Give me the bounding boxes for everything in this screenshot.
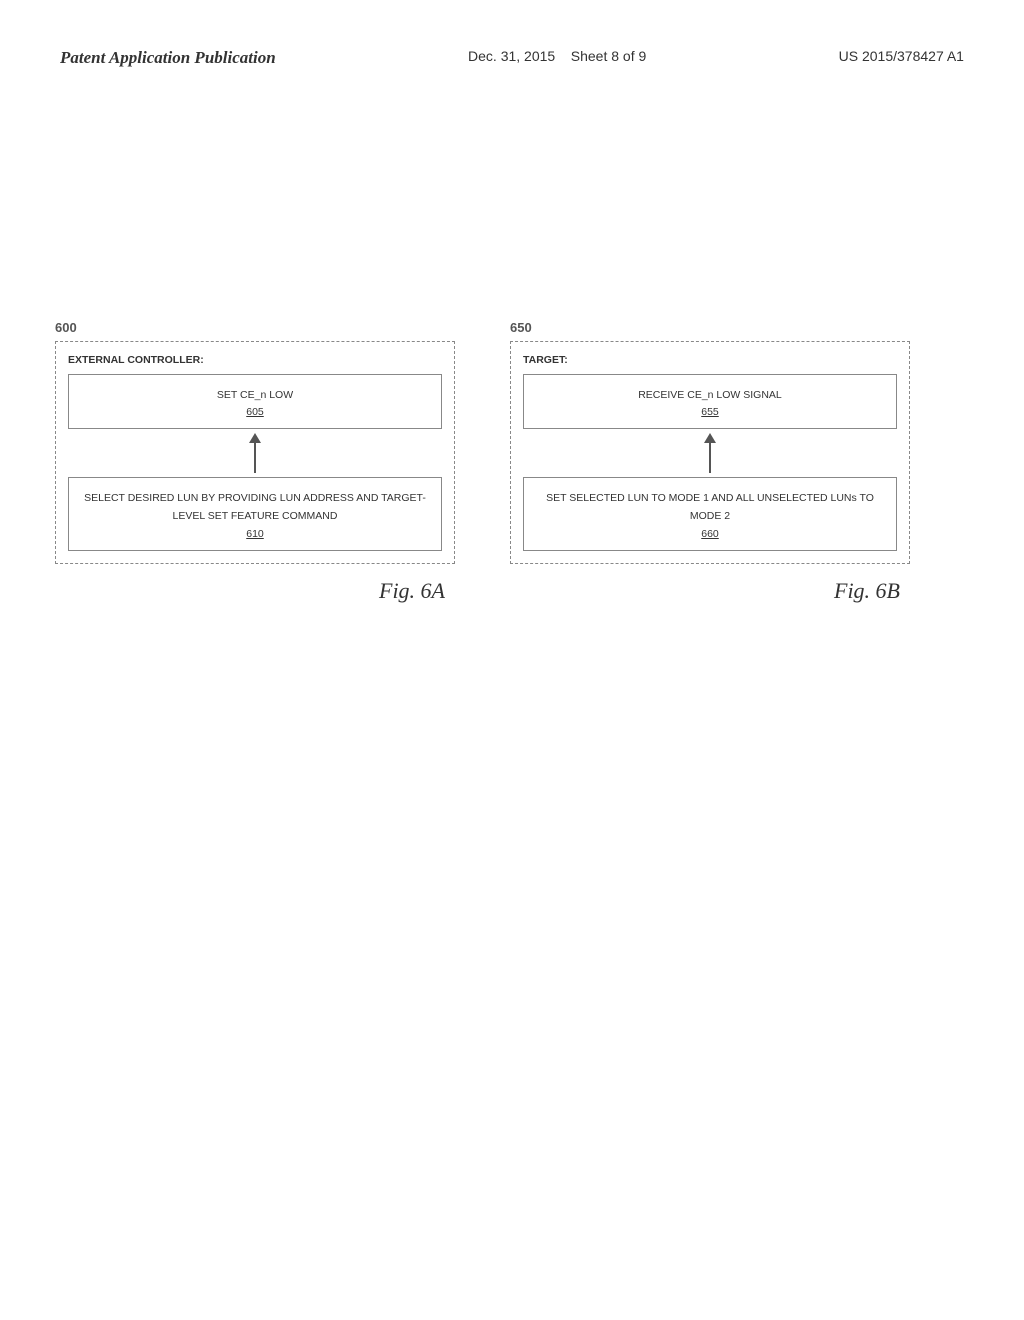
header-title: Patent Application Publication xyxy=(60,48,276,68)
header-date: Dec. 31, 2015 xyxy=(468,48,555,64)
fig6a-caption: Fig. 6A xyxy=(55,578,455,604)
fig6a-box-top-number: 610 xyxy=(79,528,431,540)
target-label: TARGET: xyxy=(523,354,568,366)
fig6a-box-top-text: SELECT DESIRED LUN BY PROVIDING LUN ADDR… xyxy=(84,492,426,522)
fig6b-box-bottom-number: 655 xyxy=(534,406,886,418)
fig6b-box-top-text: SET SELECTED LUN TO MODE 1 AND ALL UNSEL… xyxy=(546,492,874,522)
fig6b-outer-box: TARGET: RECEIVE CE_n LOW SIGNAL 655 SET xyxy=(510,341,910,564)
fig6b-box-top-number: 660 xyxy=(534,528,886,540)
fig6a-box-bottom-number: 605 xyxy=(79,406,431,418)
fig6b-arrow xyxy=(523,433,897,473)
header-patent-number: US 2015/378427 A1 xyxy=(839,48,964,64)
fig-6a-diagram: 600 EXTERNAL CONTROLLER: SET CE_n LOW 60… xyxy=(55,320,455,604)
fig6b-ref-number: 650 xyxy=(510,320,910,335)
fig6a-box-top: SELECT DESIRED LUN BY PROVIDING LUN ADDR… xyxy=(68,477,442,550)
fig6a-outer-box: EXTERNAL CONTROLLER: SET CE_n LOW 605 S xyxy=(55,341,455,564)
fig6a-arrowhead xyxy=(249,433,261,443)
fig6b-arrowline xyxy=(709,443,711,473)
header-sheet: Sheet 8 of 9 xyxy=(571,48,647,64)
fig6a-arrowline xyxy=(254,443,256,473)
fig6b-caption: Fig. 6B xyxy=(510,578,910,604)
fig6a-box-bottom: SET CE_n LOW 605 xyxy=(68,374,442,429)
fig6b-box-top: SET SELECTED LUN TO MODE 1 AND ALL UNSEL… xyxy=(523,477,897,550)
fig6b-box-bottom: RECEIVE CE_n LOW SIGNAL 655 xyxy=(523,374,897,429)
fig6a-ref-number: 600 xyxy=(55,320,455,335)
fig6a-arrow xyxy=(68,433,442,473)
header-middle: Dec. 31, 2015 Sheet 8 of 9 xyxy=(468,48,646,64)
external-controller-label: EXTERNAL CONTROLLER: xyxy=(68,354,204,366)
fig6b-box-bottom-text: RECEIVE CE_n LOW SIGNAL xyxy=(638,389,782,401)
page-header: Patent Application Publication Dec. 31, … xyxy=(0,48,1024,68)
fig6a-box-bottom-text: SET CE_n LOW xyxy=(217,389,293,401)
fig-6b-diagram: 650 TARGET: RECEIVE CE_n LOW SIGNAL 655 xyxy=(510,320,910,604)
fig6b-arrowhead xyxy=(704,433,716,443)
